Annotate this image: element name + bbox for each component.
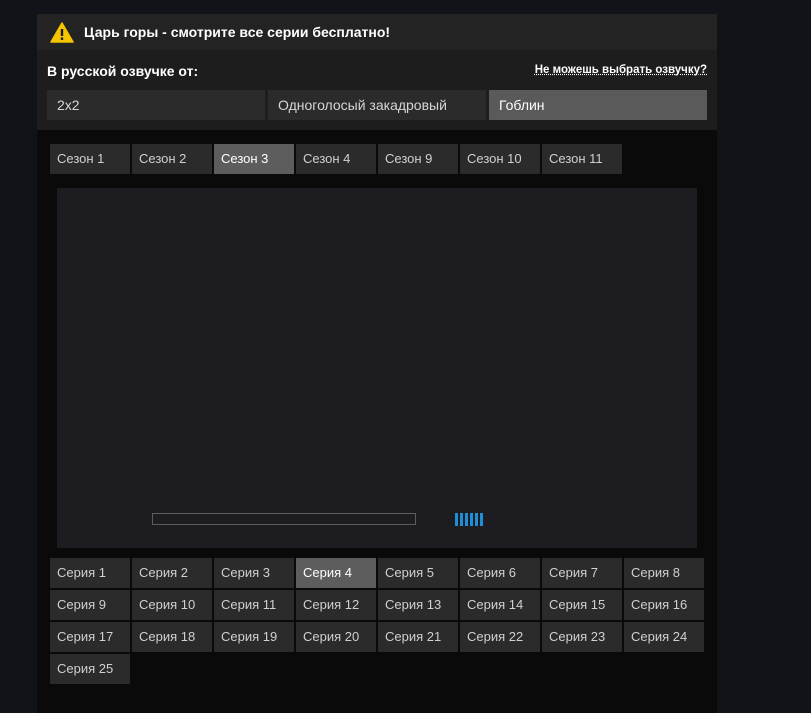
episode-tab[interactable]: Серия 5 [378,558,458,588]
episode-tab[interactable]: Серия 23 [542,622,622,652]
episode-tab[interactable]: Серия 24 [624,622,704,652]
episode-tab[interactable]: Серия 16 [624,590,704,620]
episode-tab[interactable]: Серия 11 [214,590,294,620]
season-tab[interactable]: Сезон 4 [296,144,376,174]
episode-tab[interactable]: Серия 2 [132,558,212,588]
episode-tab[interactable]: Серия 7 [542,558,622,588]
loading-spinner-icon [455,513,485,526]
episode-tab[interactable]: Серия 1 [50,558,130,588]
season-tab[interactable]: Сезон 11 [542,144,622,174]
episode-tab[interactable]: Серия 25 [50,654,130,684]
episode-tab[interactable]: Серия 13 [378,590,458,620]
season-tab[interactable]: Сезон 10 [460,144,540,174]
voice-option-single-voice[interactable]: Одноголосый закадровый [268,90,486,120]
voice-option-goblin[interactable]: Гоблин [489,90,707,120]
episode-tab[interactable]: Серия 6 [460,558,540,588]
serial-panel: Царь горы - смотрите все серии бесплатно… [37,14,717,713]
episode-tab[interactable]: Серия 9 [50,590,130,620]
voice-title: В русской озвучке от: [47,63,199,79]
episode-tab[interactable]: Серия 3 [214,558,294,588]
episode-tab[interactable]: Серия 15 [542,590,622,620]
episode-tab[interactable]: Серия 8 [624,558,704,588]
episode-tab[interactable]: Серия 10 [132,590,212,620]
episode-tab[interactable]: Серия 20 [296,622,376,652]
season-tab[interactable]: Сезон 9 [378,144,458,174]
episode-tab[interactable]: Серия 21 [378,622,458,652]
episode-tab[interactable]: Серия 4 [296,558,376,588]
video-player[interactable] [57,188,697,548]
voice-selector: В русской озвучке от: Не можешь выбрать … [37,50,717,130]
episode-tab[interactable]: Серия 22 [460,622,540,652]
episode-tab[interactable]: Серия 14 [460,590,540,620]
season-tab[interactable]: Сезон 1 [50,144,130,174]
episode-tab[interactable]: Серия 17 [50,622,130,652]
episode-tab[interactable]: Серия 12 [296,590,376,620]
loading-progress-bar [152,513,416,525]
episode-tab[interactable]: Серия 19 [214,622,294,652]
season-tab[interactable]: Сезон 3 [214,144,294,174]
warning-icon [50,22,74,43]
episode-tab[interactable]: Серия 18 [132,622,212,652]
voice-option-2x2[interactable]: 2x2 [47,90,265,120]
voice-help-link[interactable]: Не можешь выбрать озвучку? [535,64,707,76]
season-tab[interactable]: Сезон 2 [132,144,212,174]
panel-header: Царь горы - смотрите все серии бесплатно… [37,14,717,50]
page-title: Царь горы - смотрите все серии бесплатно… [84,24,391,40]
